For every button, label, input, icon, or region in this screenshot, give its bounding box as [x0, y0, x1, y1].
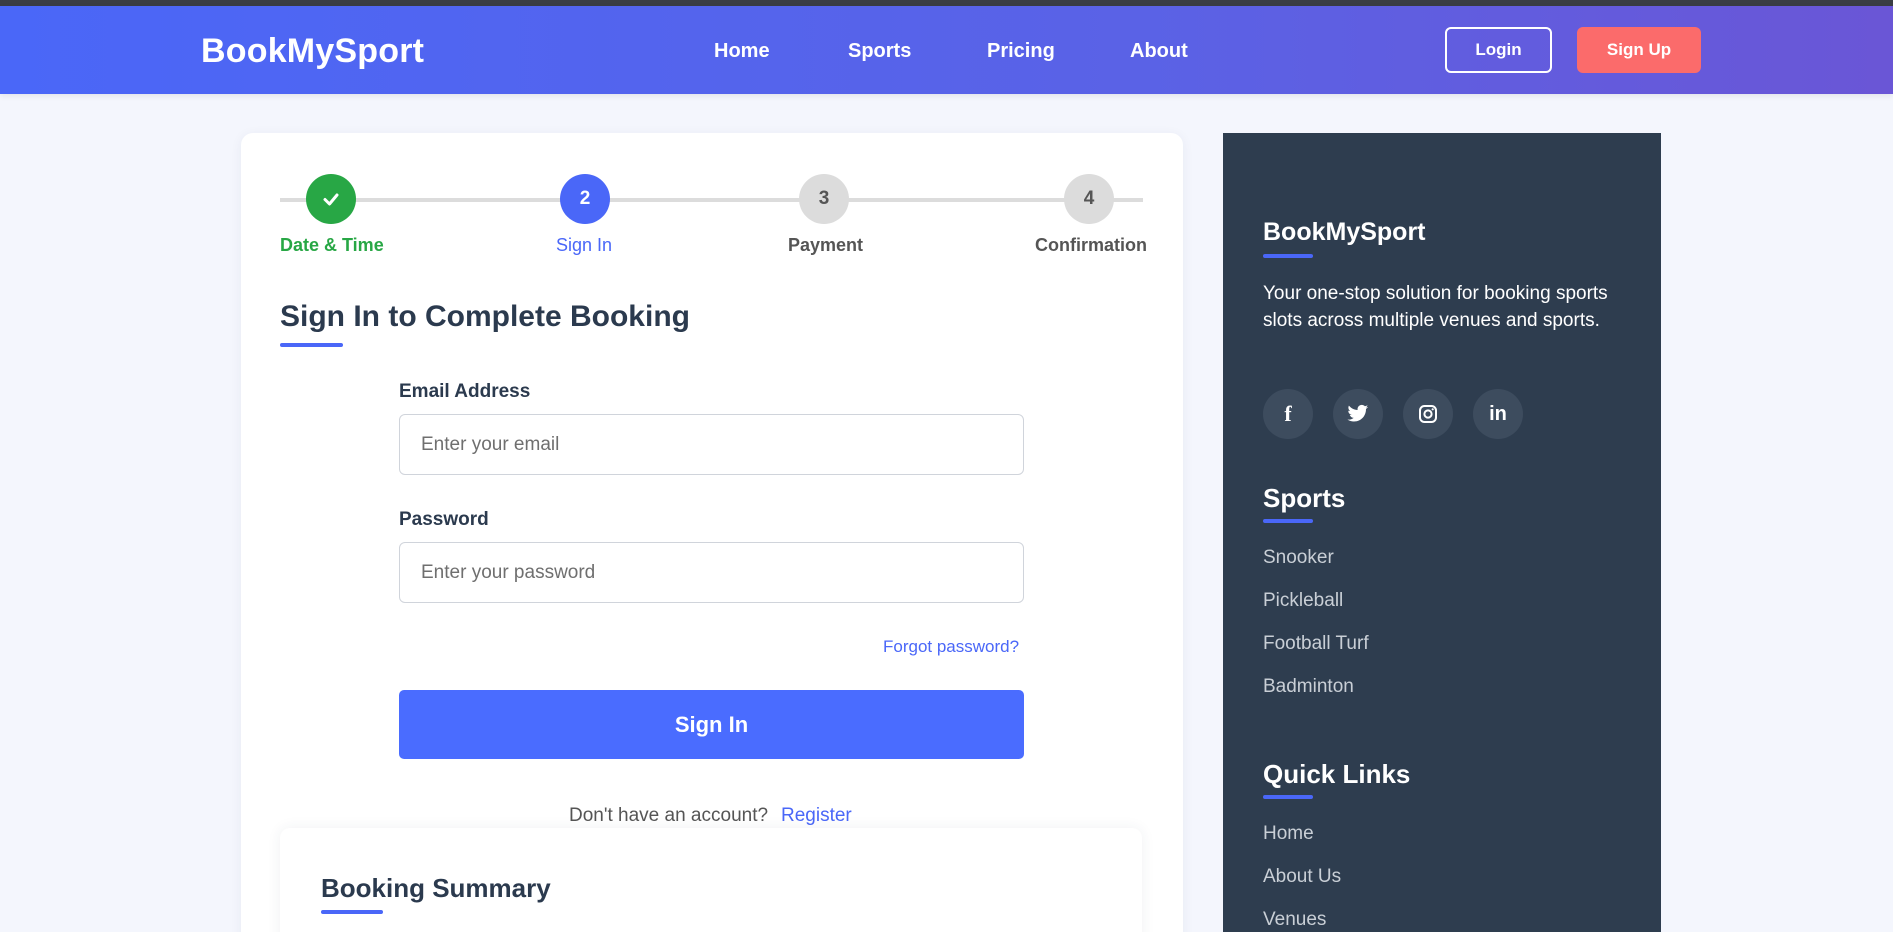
- nav-sports[interactable]: Sports: [848, 40, 911, 63]
- step-4-circle: 4: [1064, 174, 1114, 224]
- twitter-icon: [1347, 404, 1369, 422]
- login-button[interactable]: Login: [1445, 27, 1552, 73]
- step-1-label: Date & Time: [280, 235, 384, 255]
- instagram-button[interactable]: [1403, 389, 1453, 439]
- sidebar-description: Your one-stop solution for booking sport…: [1263, 283, 1608, 331]
- sports-underline: [1263, 519, 1313, 523]
- step-1-complete: [306, 174, 356, 224]
- sport-link-badminton[interactable]: Badminton: [1263, 676, 1354, 698]
- email-label: Email Address: [399, 381, 531, 402]
- step-3-circle: 3: [799, 174, 849, 224]
- facebook-button[interactable]: f: [1263, 389, 1313, 439]
- instagram-icon: [1419, 405, 1437, 423]
- quick-link-venues[interactable]: Venues: [1263, 909, 1326, 931]
- password-label: Password: [399, 509, 489, 530]
- progress-track: [280, 198, 1143, 202]
- signup-button[interactable]: Sign Up: [1577, 27, 1701, 73]
- linkedin-button[interactable]: in: [1473, 389, 1523, 439]
- summary-underline: [321, 910, 383, 914]
- sport-link-pickleball[interactable]: Pickleball: [1263, 590, 1343, 612]
- email-field[interactable]: [399, 414, 1024, 475]
- linkedin-icon: in: [1489, 402, 1507, 425]
- sign-in-button[interactable]: Sign In: [399, 690, 1024, 759]
- sport-link-football-turf[interactable]: Football Turf: [1263, 633, 1369, 655]
- booking-summary-title: Booking Summary: [321, 873, 551, 903]
- step-2-label: Sign In: [556, 235, 613, 255]
- password-field[interactable]: [399, 542, 1024, 603]
- quick-links-heading: Quick Links: [1263, 759, 1411, 789]
- register-prompt: Don't have an account?: [569, 805, 769, 826]
- sidebar-brand: BookMySport: [1263, 218, 1426, 246]
- forgot-password-link[interactable]: Forgot password?: [883, 637, 1019, 657]
- nav-home[interactable]: Home: [714, 40, 770, 63]
- navbar: BookMySport Home Sports Pricing About Lo…: [0, 6, 1893, 94]
- check-icon: [323, 193, 339, 206]
- page-title: Sign In to Complete Booking: [280, 300, 690, 333]
- step-4-label: Confirmation: [1035, 235, 1147, 255]
- quick-link-home[interactable]: Home: [1263, 823, 1314, 845]
- register-link[interactable]: Register: [781, 805, 852, 827]
- brand-logo[interactable]: BookMySport: [201, 32, 424, 71]
- nav-about[interactable]: About: [1130, 40, 1188, 63]
- step-2-circle: 2: [560, 174, 610, 224]
- quick-link-about-us[interactable]: About Us: [1263, 866, 1341, 888]
- step-3-label: Payment: [788, 235, 864, 255]
- sidebar: [1223, 133, 1661, 932]
- title-underline: [280, 343, 343, 347]
- nav-pricing[interactable]: Pricing: [987, 40, 1055, 63]
- quick-links-underline: [1263, 795, 1313, 799]
- twitter-button[interactable]: [1333, 389, 1383, 439]
- sports-heading: Sports: [1263, 483, 1346, 513]
- sport-link-snooker[interactable]: Snooker: [1263, 547, 1334, 569]
- facebook-icon: f: [1284, 401, 1292, 426]
- sidebar-brand-underline: [1263, 254, 1313, 258]
